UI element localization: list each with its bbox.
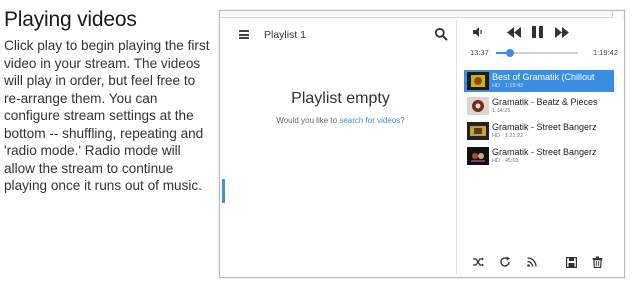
rewind-icon[interactable] xyxy=(506,24,522,40)
video-title: Gramatik - Street Bangerz xyxy=(492,122,597,132)
queue-list: Best of Gramatik (Chillout HD · 1:19:42 … xyxy=(464,70,614,170)
search-icon[interactable] xyxy=(434,27,448,41)
elapsed-time: 13:37 xyxy=(470,48,489,57)
menu-icon[interactable] xyxy=(239,30,249,39)
radio-icon[interactable] xyxy=(526,255,538,267)
list-item[interactable]: Gramatik - Street Bangerz HD · 45:03 xyxy=(464,145,614,167)
help-heading: Playing videos xyxy=(4,8,137,31)
repeat-icon[interactable] xyxy=(499,255,511,267)
search-videos-link[interactable]: search for videos xyxy=(339,116,400,125)
help-section: Playing videos Click play to begin playi… xyxy=(4,8,214,195)
player-pane: 13:37 1:19:42 Best of Gramatik (Chillout… xyxy=(458,20,618,274)
player-controls xyxy=(458,20,618,44)
video-meta: HD · 1:21:22 xyxy=(492,133,524,139)
video-meta: HD · 1:19:42 xyxy=(492,83,524,89)
playlist-empty-prompt: Would you like to search for videos? xyxy=(225,116,456,125)
video-title: Gramatik - Beatz & Pieces xyxy=(492,97,598,107)
video-title: Best of Gramatik (Chillout xyxy=(492,72,595,82)
stream-settings-bar xyxy=(458,252,618,270)
duration-time: 1:19:42 xyxy=(592,48,618,57)
shuffle-icon[interactable] xyxy=(472,255,484,267)
frame-top-bar xyxy=(220,11,624,18)
playlist-empty-title: Playlist empty xyxy=(291,90,390,107)
progress-knob[interactable] xyxy=(506,49,515,57)
list-item[interactable]: Best of Gramatik (Chillout HD · 1:19:42 xyxy=(464,70,614,92)
empty-prompt-suffix: ? xyxy=(400,116,405,125)
frame-corner-tab[interactable] xyxy=(612,11,623,18)
playlist-header: Playlist 1 xyxy=(225,20,456,50)
empty-prompt-text: Would you like to xyxy=(276,116,338,125)
volume-icon[interactable] xyxy=(472,24,484,40)
list-item[interactable]: Gramatik - Beatz & Pieces 1:14:25 xyxy=(464,95,614,117)
video-thumbnail xyxy=(467,72,489,90)
video-thumbnail xyxy=(467,147,489,165)
list-item[interactable]: Gramatik - Street Bangerz HD · 1:21:22 xyxy=(464,120,614,142)
save-icon[interactable] xyxy=(566,255,578,269)
help-body: Click play to begin playing the first vi… xyxy=(4,38,210,193)
fast-forward-icon[interactable] xyxy=(554,24,570,40)
pause-icon[interactable] xyxy=(530,24,544,40)
progress-track[interactable] xyxy=(496,49,578,57)
progress-row: 13:37 1:19:42 xyxy=(458,46,618,58)
video-meta: HD · 45:03 xyxy=(492,158,519,164)
playlist-title[interactable]: Playlist 1 xyxy=(264,29,306,41)
playlist-pane: Playlist 1 Playlist empty Would you like… xyxy=(225,20,457,274)
video-thumbnail xyxy=(467,122,489,140)
video-title: Gramatik - Street Bangerz xyxy=(492,147,597,157)
video-thumbnail xyxy=(467,97,489,115)
trash-icon[interactable] xyxy=(592,255,604,269)
video-meta: 1:14:25 xyxy=(492,108,511,114)
